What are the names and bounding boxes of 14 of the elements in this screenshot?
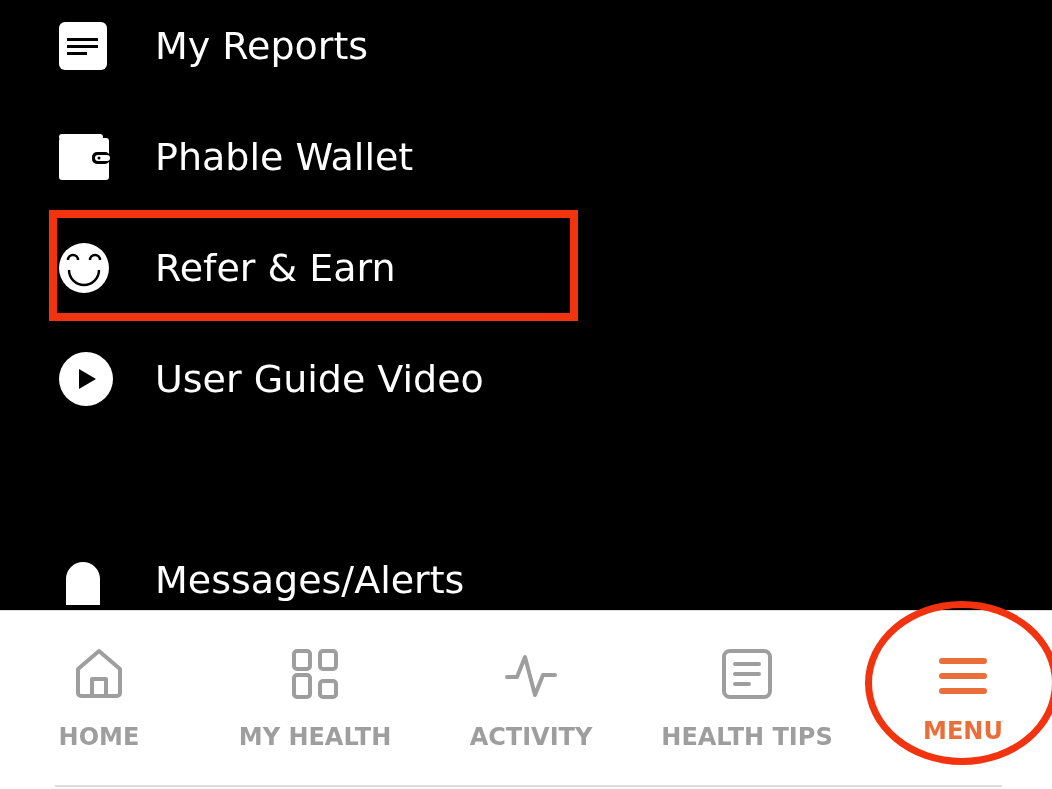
- document-icon: [58, 20, 108, 71]
- smiley-icon: [58, 241, 110, 294]
- menu-item[interactable]: Messages/Alerts: [0, 552, 1052, 608]
- menu-icon: [939, 657, 987, 695]
- home-icon: [74, 647, 124, 699]
- play-icon: [58, 350, 114, 407]
- menu-item[interactable]: Refer & Earn: [0, 212, 1052, 323]
- menu-item[interactable]: User Guide Video: [0, 323, 1052, 434]
- menu-item[interactable]: Phable Wallet: [0, 101, 1052, 212]
- menu-item[interactable]: My Reports: [0, 0, 1052, 101]
- wallet-icon: [58, 131, 110, 182]
- pulse-icon: [505, 653, 557, 699]
- grid-icon: [292, 649, 338, 699]
- document-icon: [722, 649, 772, 699]
